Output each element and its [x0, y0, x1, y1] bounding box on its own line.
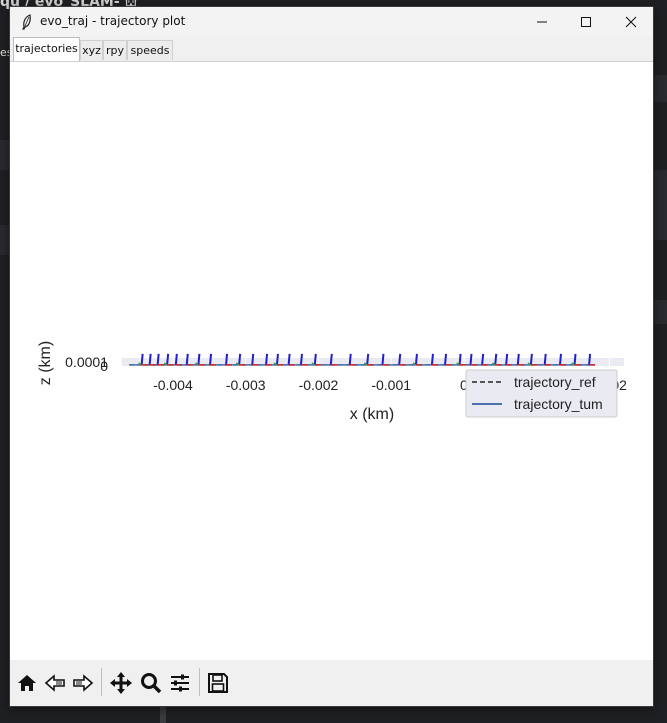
- forward-icon: [73, 674, 94, 692]
- configure-subplots-button[interactable]: [167, 670, 193, 696]
- feather-icon: [22, 14, 31, 30]
- background-band: [654, 170, 667, 240]
- orientation-marker-z: [140, 353, 144, 365]
- orientation-marker-z: [185, 353, 189, 365]
- orientation-marker-z: [398, 353, 402, 365]
- orientation-marker-z: [414, 353, 418, 365]
- orientation-marker-z: [458, 353, 462, 365]
- save-button[interactable]: [205, 670, 231, 696]
- tab-speeds[interactable]: speeds: [127, 40, 173, 60]
- tab-rpy[interactable]: rpy: [103, 40, 127, 60]
- title-bar[interactable]: evo_traj - trajectory plot: [10, 7, 653, 37]
- orientation-marker-z: [481, 353, 485, 365]
- orientation-marker-z: [265, 353, 269, 365]
- background-band: [0, 140, 9, 170]
- orientation-marker-z: [430, 353, 434, 365]
- maximize-icon: [581, 17, 591, 27]
- forward-button[interactable]: [70, 670, 96, 696]
- orientation-marker-z: [166, 353, 170, 365]
- legend-ref-label: trajectory_ref: [514, 374, 596, 390]
- background-band: [0, 225, 9, 255]
- orientation-marker-z: [329, 353, 333, 365]
- x-axis-label: x (km): [350, 406, 394, 423]
- home-icon: [18, 675, 36, 691]
- orientation-marker-z: [174, 353, 178, 365]
- orientation-marker-z: [209, 353, 213, 365]
- close-icon: [625, 16, 637, 28]
- orientation-marker-z: [238, 353, 242, 365]
- orientation-marker-z: [197, 353, 201, 365]
- orientation-marker-z: [148, 353, 152, 365]
- tab-xyz[interactable]: xyz: [80, 40, 103, 60]
- orientation-marker-z: [299, 353, 303, 365]
- maximize-button[interactable]: [563, 7, 609, 37]
- pan-button[interactable]: [108, 670, 134, 696]
- orientation-marker-z: [275, 353, 279, 365]
- minimize-icon: [537, 21, 547, 23]
- orientation-marker-z: [543, 353, 547, 365]
- orientation-marker-z: [156, 353, 160, 365]
- x-tick-label: -0.003: [226, 377, 266, 393]
- save-icon: [208, 673, 228, 693]
- orientation-marker-z: [588, 353, 592, 365]
- zoom-icon: [141, 673, 162, 694]
- orientation-marker-z: [505, 353, 509, 365]
- tab-bar: trajectories xyz rpy speeds: [10, 37, 653, 62]
- orientation-marker-z: [469, 353, 473, 365]
- zoom-button[interactable]: [138, 670, 164, 696]
- legend: trajectory_ref trajectory_tum: [465, 369, 618, 418]
- orientation-marker-z: [251, 353, 255, 365]
- trajectory-chart: 0.0001 0 z (km) -0.004 -0.003 -0.002 -0.001…: [37, 341, 627, 423]
- back-icon: [44, 674, 65, 692]
- x-tick-label: -0.001: [371, 377, 411, 393]
- orientation-marker-z: [348, 353, 352, 365]
- configure-subplots-icon: [171, 674, 189, 692]
- orientation-marker-z: [494, 353, 498, 365]
- toolbar-separator: [199, 668, 200, 696]
- background-band: [654, 75, 667, 102]
- y-axis-label: z (km): [37, 341, 54, 385]
- orientation-marker-z: [529, 353, 533, 365]
- close-button[interactable]: [608, 7, 654, 37]
- background-band: [654, 300, 667, 324]
- orientation-marker-z: [558, 353, 562, 365]
- window-title: evo_traj - trajectory plot: [40, 14, 186, 28]
- orientation-marker-z: [287, 353, 291, 365]
- plot-window: evo_traj - trajectory plot trajectories …: [9, 6, 654, 707]
- orientation-marker-z: [366, 353, 370, 365]
- orientation-marker-z: [573, 353, 577, 365]
- legend-tum-label: trajectory_tum: [514, 396, 603, 412]
- pan-icon: [110, 672, 132, 694]
- navigation-toolbar: [10, 660, 653, 706]
- minimize-button[interactable]: [519, 7, 565, 37]
- toolbar-separator: [101, 668, 102, 696]
- orientation-marker-z: [225, 353, 229, 365]
- x-tick-label: -0.004: [153, 377, 193, 393]
- orientation-marker-z: [444, 353, 448, 365]
- background-band: [160, 707, 166, 723]
- x-tick-label: -0.002: [299, 377, 339, 393]
- plot-canvas[interactable]: 0.0001 0 z (km) -0.004 -0.003 -0.002 -0.001…: [10, 62, 653, 660]
- orientation-marker-z: [516, 353, 520, 365]
- back-button[interactable]: [42, 670, 68, 696]
- y-tick-label: 0: [100, 358, 108, 374]
- orientation-marker-z: [381, 353, 385, 365]
- tab-trajectories[interactable]: trajectories: [13, 37, 80, 61]
- orientation-marker-z: [313, 353, 317, 365]
- home-button[interactable]: [14, 670, 40, 696]
